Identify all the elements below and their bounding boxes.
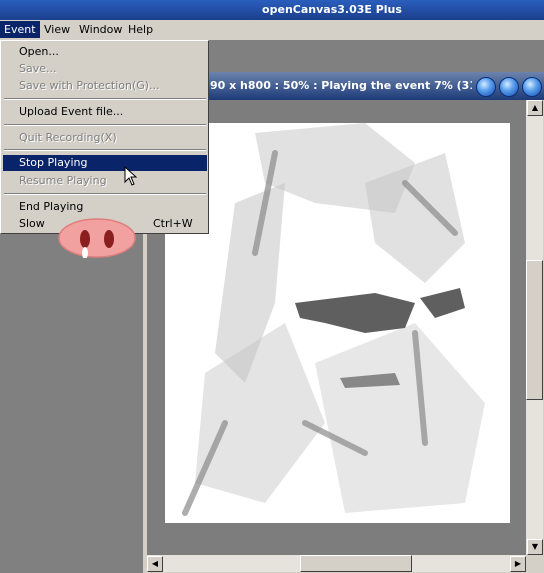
menu-separator	[4, 149, 206, 151]
menu-item-save[interactable]: Save...	[19, 62, 57, 75]
menu-item-slow[interactable]: Slow	[19, 217, 45, 230]
menu-separator	[4, 193, 206, 195]
scroll-left-icon[interactable]: ◀	[147, 556, 163, 572]
menu-item-end-playing[interactable]: End Playing	[19, 200, 83, 213]
menu-separator	[4, 98, 206, 100]
menu-item-quit-recording[interactable]: Quit Recording(X)	[19, 131, 117, 144]
app-titlebar[interactable]: openCanvas3.03E Plus	[0, 0, 544, 20]
minimize-orb-icon[interactable]	[476, 77, 496, 97]
maximize-orb-icon[interactable]	[499, 77, 519, 97]
horizontal-scroll-thumb[interactable]	[300, 555, 412, 572]
menu-item-stop-playing[interactable]: Stop Playing	[19, 156, 87, 169]
mouse-cursor-icon	[124, 166, 138, 186]
close-orb-icon[interactable]	[522, 77, 542, 97]
document-titlebar[interactable]: 90 x h800 : 50% : Playing the event 7% (…	[208, 72, 544, 100]
scroll-down-icon[interactable]: ▼	[527, 539, 543, 555]
menu-separator	[4, 124, 206, 126]
sketch-portrait	[182, 123, 485, 516]
pig-nose-icon	[58, 218, 136, 258]
scroll-up-icon[interactable]: ▲	[527, 100, 543, 116]
event-menu: Open... Save... Save with Protection(G).…	[0, 40, 209, 234]
menu-event[interactable]: Event	[0, 21, 40, 38]
shortcut-label: Ctrl+W	[153, 217, 193, 230]
vertical-scroll-thumb[interactable]	[526, 260, 543, 400]
menu-item-save-protection[interactable]: Save with Protection(G)...	[19, 79, 160, 92]
menubar: Event View Window Help	[0, 20, 544, 40]
menu-window[interactable]: Window	[79, 23, 122, 36]
scroll-right-icon[interactable]: ▶	[510, 556, 526, 572]
menu-item-resume-playing[interactable]: Resume Playing	[19, 174, 107, 187]
menu-item-open[interactable]: Open...	[19, 45, 59, 58]
document-title: 90 x h800 : 50% : Playing the event 7% (…	[210, 79, 472, 92]
menu-item-upload[interactable]: Upload Event file...	[19, 105, 123, 118]
app-title: openCanvas3.03E Plus	[262, 3, 402, 16]
drawing-canvas[interactable]	[165, 123, 510, 523]
menu-view[interactable]: View	[44, 23, 70, 36]
menu-help[interactable]: Help	[128, 23, 153, 36]
